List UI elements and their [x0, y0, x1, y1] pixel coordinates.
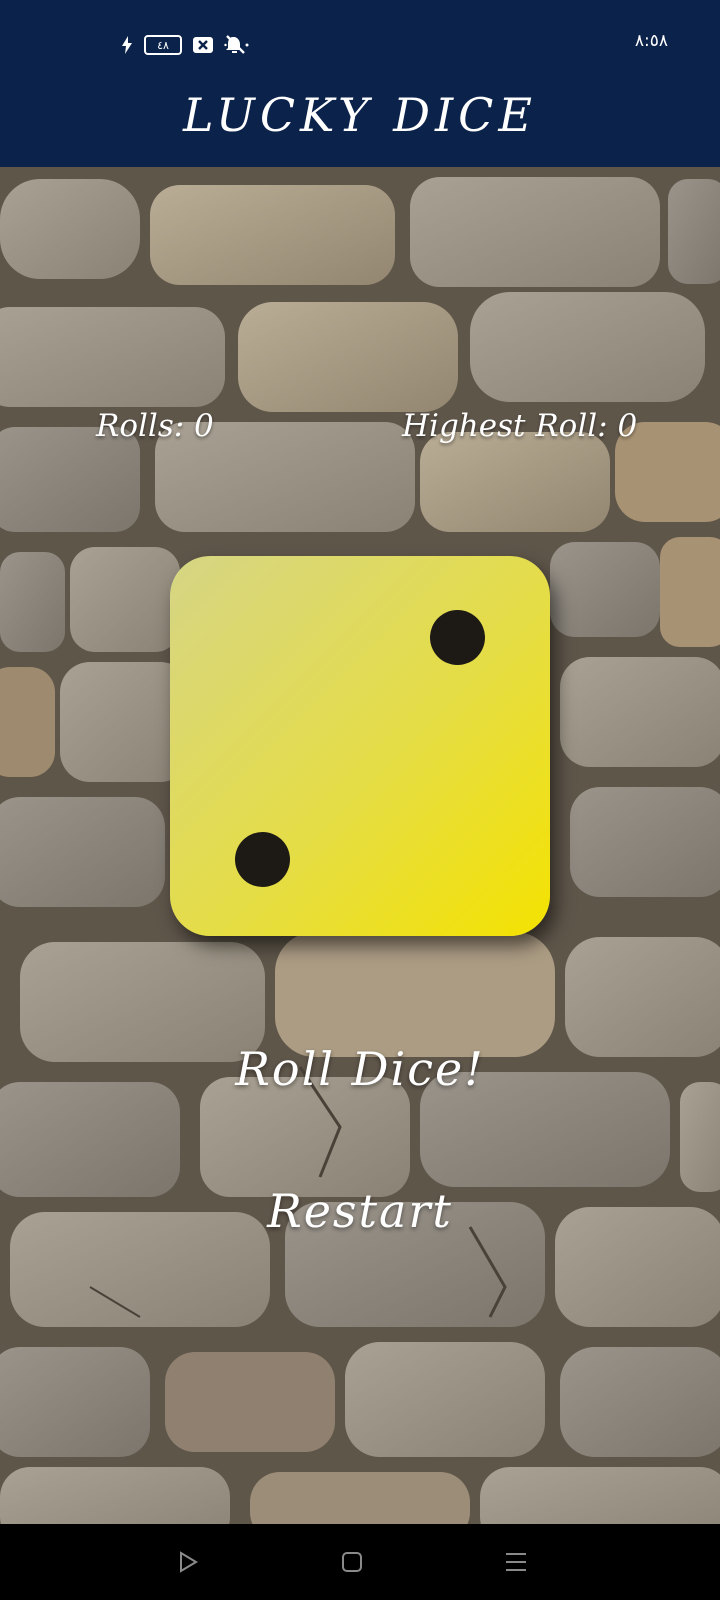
dice-pip — [235, 832, 290, 887]
dice-face[interactable] — [170, 556, 550, 936]
rolls-count: Rolls: 0 — [96, 408, 214, 444]
dice-pip — [430, 610, 485, 665]
back-triangle-icon — [180, 1551, 198, 1573]
battery-icon: ٤٨ — [144, 35, 182, 55]
highest-roll: Highest Roll: 0 — [402, 408, 638, 444]
home-square-icon — [342, 1552, 362, 1572]
mute-icon — [224, 35, 249, 54]
home-button[interactable] — [336, 1546, 368, 1578]
back-button[interactable] — [172, 1546, 204, 1578]
charging-icon — [122, 36, 132, 54]
status-icons: ٤٨ — [120, 33, 252, 57]
page-title: LUCKY DICE — [183, 88, 537, 142]
restart-button[interactable]: Restart — [0, 1184, 720, 1238]
app-header: ٤٨ ٨:٥٨ LUCKY DICE — [0, 0, 720, 167]
status-time: ٨:٥٨ — [634, 31, 668, 51]
menu-lines-icon — [506, 1553, 526, 1571]
roll-dice-button[interactable]: Roll Dice! — [0, 1042, 720, 1096]
battery-level: ٤٨ — [157, 38, 169, 52]
system-nav-bar — [0, 1524, 720, 1600]
close-box-icon — [193, 37, 213, 53]
recent-apps-button[interactable] — [500, 1546, 532, 1578]
